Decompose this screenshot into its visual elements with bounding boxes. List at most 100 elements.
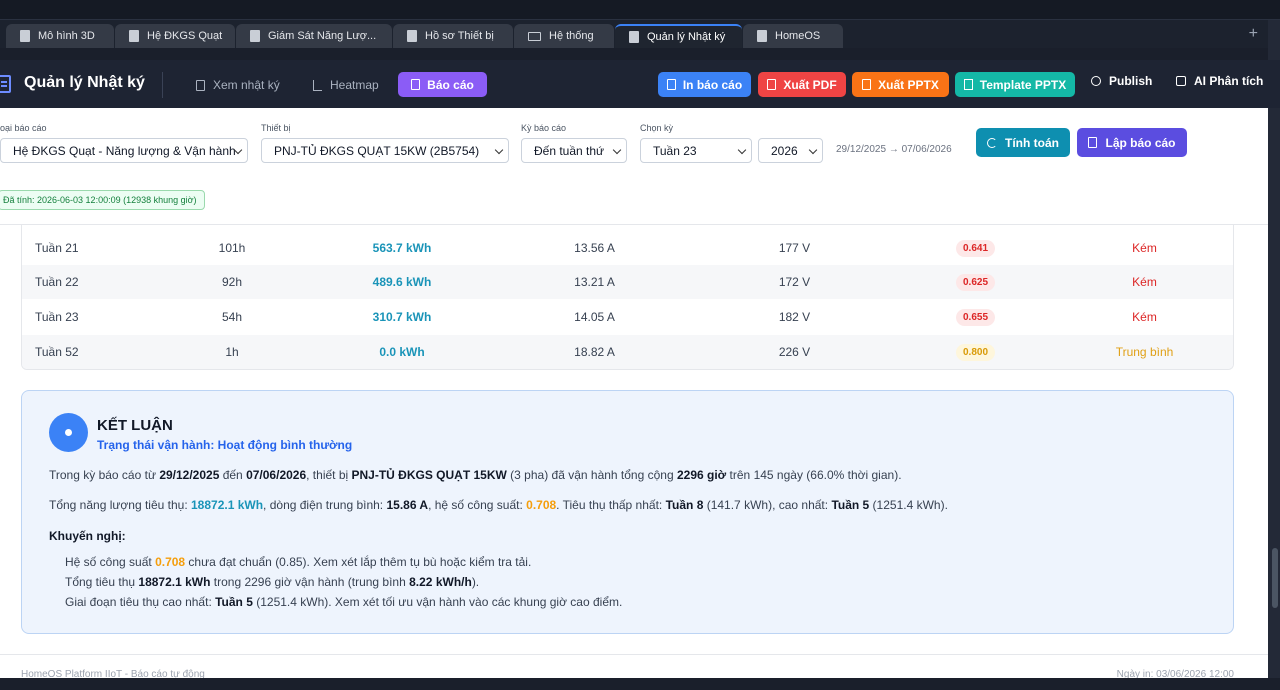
recommendations-title: Khuyến nghị: — [49, 529, 126, 543]
chat-icon — [1176, 76, 1186, 86]
scrollbar-thumb[interactable] — [1272, 548, 1278, 608]
date-from: 29/12/2025 — [159, 468, 220, 482]
cell-voltage: 177 V — [778, 241, 811, 255]
template-pptx-label: Template PPTX — [979, 77, 1067, 92]
text: , hệ số công suất: — [428, 498, 527, 512]
computed-status-badge: Đã tính: 2026-06-03 12:00:09 (12938 khun… — [0, 190, 205, 210]
tab-energy-monitor[interactable]: Giám Sát Năng Lượ... — [236, 24, 392, 48]
tab-homeos[interactable]: HomeOS — [743, 24, 843, 48]
table-row: Tuần 22 92h 489.6 kWh 13.21 A 172 V 0.62… — [22, 265, 1233, 299]
export-pdf-button[interactable]: Xuất PDF — [758, 72, 846, 97]
file-icon — [629, 31, 639, 43]
operation-status: Trạng thái vận hành: Hoạt động bình thườ… — [97, 438, 353, 452]
text: , thiết bị — [306, 468, 352, 482]
file-icon — [196, 79, 205, 91]
export-pdf-label: Xuất PDF — [783, 77, 837, 92]
table-row: Tuần 21 101h 563.7 kWh 13.56 A 177 V 0.6… — [22, 231, 1233, 265]
report-content: Tuần 21 101h 563.7 kWh 13.56 A 177 V 0.6… — [0, 225, 1268, 690]
nav-view-log[interactable]: Xem nhật ký — [196, 74, 280, 96]
text: . Tiêu thụ thấp nhất: — [556, 498, 666, 512]
cell-energy: 0.0 kWh — [379, 345, 425, 359]
device-name: PNJ-TỦ ĐKGS QUẠT 15KW — [351, 468, 507, 482]
nav-view-log-label: Xem nhật ký — [213, 78, 280, 92]
template-icon — [963, 79, 973, 90]
text: Trong kỳ báo cáo từ — [49, 468, 160, 482]
text: Hệ số công suất — [65, 555, 156, 569]
tab-log-management[interactable]: Quản lý Nhật ký — [615, 24, 742, 48]
cell-week: Tuần 22 — [35, 275, 79, 289]
make-report-label: Lập báo cáo — [1105, 135, 1176, 150]
cell-energy: 563.7 kWh — [372, 241, 432, 255]
power-factor-badge: 0.625 — [956, 274, 996, 291]
total-energy: 18872.1 kWh — [191, 498, 264, 512]
conclusion-title: KẾT LUẬN — [97, 417, 173, 434]
export-pptx-button[interactable]: Xuất PPTX — [852, 72, 949, 97]
file-icon — [411, 79, 421, 90]
year-select[interactable]: 2026 — [758, 138, 823, 163]
cell-voltage: 226 V — [778, 345, 811, 359]
cell-current: 13.56 A — [574, 241, 615, 255]
period-value: Đến tuần thứ — [534, 143, 605, 158]
cell-rating: Kém — [1132, 310, 1157, 324]
text: (141.7 kWh), cao nhất: — [703, 498, 832, 512]
publish-button[interactable]: Publish — [1091, 74, 1152, 88]
report-type-select[interactable]: Hệ ĐKGS Quạt - Năng lượng & Vận hành — [0, 138, 248, 163]
header-divider — [162, 72, 163, 98]
cell-energy: 310.7 kWh — [372, 310, 432, 324]
chevron-down-icon — [808, 145, 818, 155]
nav-report-label: Báo cáo — [427, 77, 474, 92]
choose-period-label: Chọn kỳ — [640, 123, 674, 133]
ai-analysis-button[interactable]: AI Phân tích — [1176, 74, 1263, 88]
window-top-strip — [0, 0, 1280, 20]
power-factor: 0.708 — [526, 498, 557, 512]
window-bottom-bar — [0, 678, 1280, 690]
export-pptx-label: Xuất PPTX — [878, 77, 939, 92]
device-select[interactable]: PNJ-TỦ ĐKGS QUẠT 15KW (2B5754) — [261, 138, 509, 163]
nav-report-button[interactable]: Báo cáo — [398, 72, 487, 97]
cell-hours: 54h — [221, 310, 243, 324]
status-dot-icon — [49, 413, 88, 452]
tab-fan-control[interactable]: Hệ ĐKGS Quạt — [115, 24, 235, 48]
make-report-button[interactable]: Lập báo cáo — [1077, 128, 1187, 157]
compute-button[interactable]: Tính toán — [976, 128, 1070, 157]
report-type-value: Hệ ĐKGS Quạt - Năng lượng & Vận hành — [13, 143, 236, 158]
tab-label: Giám Sát Năng Lượ... — [268, 30, 377, 42]
power-factor-badge: 0.655 — [956, 309, 996, 326]
week-select[interactable]: Tuần 23 — [640, 138, 752, 163]
nav-heatmap-label: Heatmap — [330, 78, 379, 92]
new-tab-button[interactable]: + — [1249, 25, 1258, 43]
recommendation-item: Tổng tiêu thụ 18872.1 kWh trong 2296 giờ… — [65, 575, 479, 589]
tab-3d-model[interactable]: Mô hình 3D — [6, 24, 114, 48]
table-row: Tuần 23 54h 310.7 kWh 14.05 A 182 V 0.65… — [22, 300, 1233, 334]
tab-system[interactable]: Hệ thống — [514, 24, 614, 48]
period-select[interactable]: Đến tuần thứ — [521, 138, 627, 163]
cell-rating: Trung bình — [1115, 345, 1174, 359]
cell-energy: 489.6 kWh — [372, 275, 432, 289]
total-hours: 2296 giờ — [676, 468, 727, 482]
file-icon — [1088, 137, 1098, 148]
text: trong 2296 giờ vận hành (trung bình — [210, 575, 410, 589]
text: chưa đạt chuẩn (0.85). Xem xét lắp thêm … — [185, 555, 532, 569]
cell-hours: 92h — [221, 275, 243, 289]
cell-current: 18.82 A — [574, 345, 615, 359]
clipboard-icon — [0, 75, 11, 93]
text: Tổng tiêu thụ — [65, 575, 139, 589]
compute-label: Tính toán — [1005, 135, 1059, 150]
total-energy: 18872.1 kWh — [138, 575, 211, 589]
template-pptx-button[interactable]: Template PPTX — [955, 72, 1075, 97]
avg-current: 15.86 A — [386, 498, 429, 512]
period-label: Kỳ báo cáo — [521, 123, 567, 133]
file-icon — [20, 30, 30, 42]
chevron-down-icon — [612, 145, 622, 155]
text: trên 145 ngày (66.0% thời gian). — [726, 468, 902, 482]
print-report-button[interactable]: In báo cáo — [658, 72, 751, 97]
cell-week: Tuần 23 — [35, 310, 79, 324]
text: (1251.4 kWh). — [869, 498, 948, 512]
text: Tổng năng lượng tiêu thụ: — [49, 498, 191, 512]
recommendation-item: Giai đoạn tiêu thụ cao nhất: Tuần 5 (125… — [65, 595, 622, 609]
nav-heatmap[interactable]: Heatmap — [313, 74, 379, 96]
page-title: Quản lý Nhật ký — [24, 74, 145, 91]
tab-label: HomeOS — [775, 30, 821, 42]
cell-rating: Kém — [1132, 241, 1157, 255]
tab-device-profile[interactable]: Hồ sơ Thiết bị — [393, 24, 513, 48]
